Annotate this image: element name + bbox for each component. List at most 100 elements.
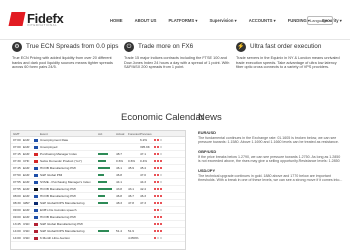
forecast-value: [128, 144, 140, 150]
importance-dot-icon: [157, 195, 159, 197]
table-row[interactable]: 07:15 EUR Purchasing Manager Index 48.7 47.1: [11, 151, 185, 158]
table-row[interactable]: 07:45 EUR HCOB Manufacturing PMI 46.1 45.9 45…: [11, 165, 185, 172]
table-row[interactable]: 07:00 EUR Unemployed 395.9K: [11, 144, 185, 151]
table-row[interactable]: 07:00 EUR Unemployment Rate 6.2%: [11, 137, 185, 144]
previous-value: 44.3: [140, 180, 147, 184]
table-row[interactable]: 07:55 EUR HCOB Manufacturing PMI 43.8 43.1 42…: [11, 186, 185, 193]
importance-dot-icon: [160, 160, 162, 162]
importance-dot-icon: [160, 237, 162, 239]
event-name: HCOB Manufacturing PMI: [40, 215, 76, 219]
table-row[interactable]: 07:50 EUR S&P Global PMI 46.8 47.0: [11, 172, 185, 179]
importance-indicator: [154, 186, 172, 192]
news-item[interactable]: USD/JPY The technical upgrade continues …: [198, 168, 343, 183]
importance-indicator: [154, 172, 172, 178]
signal-bar: [98, 167, 110, 169]
actual-value: [116, 221, 128, 227]
column-header-forecast: Forecast: [128, 132, 140, 136]
country-flag-icon: [34, 222, 38, 226]
signal-bar: [98, 181, 107, 183]
table-row[interactable]: 08:30 GBP S&P Global/CIPS Manufacturing 48.…: [11, 200, 185, 207]
actual-value: [116, 214, 128, 220]
power-icon: ⏻: [124, 42, 134, 52]
event-time: 07:00: [13, 145, 21, 149]
forecast-value: 0.6%: [128, 159, 136, 163]
table-row[interactable]: 14:00 USD S&P Global/CIPS Manufacturing 51.…: [11, 228, 185, 235]
forecast-value: 46.7: [128, 194, 135, 198]
actual-value: 48.3: [116, 201, 123, 205]
event-time: 14:00: [13, 236, 21, 240]
event-name: S&P Global/CIPS Manufacturing: [40, 229, 85, 233]
importance-dot-icon: [160, 230, 162, 232]
event-name: Unemployment Rate: [40, 138, 69, 142]
column-header-act: Act: [98, 131, 103, 136]
event-currency: EUR: [23, 180, 30, 184]
table-row[interactable]: 07:30 CHF Swiss Domestic Product (YoY) 0.6%…: [11, 158, 185, 165]
signal-cell: [98, 235, 116, 241]
signal-cell: [98, 228, 116, 234]
column-header-previous: Previous: [140, 132, 152, 136]
event-time: 09:00: [13, 215, 21, 219]
nav-about-us[interactable]: ABOUT US: [129, 18, 163, 23]
importance-dot-icon: [160, 202, 162, 204]
table-row[interactable]: 09:00 EUR HCOB Manufacturing PMI: [11, 214, 185, 221]
forecast-value: [128, 137, 140, 143]
signal-cell: [98, 151, 116, 157]
actual-value: 46.8: [116, 173, 123, 177]
news-title: News: [198, 112, 222, 123]
table-row[interactable]: 09:00 EUR ECB's De Guindos speech: [11, 207, 185, 214]
event-time: 07:55: [13, 180, 21, 184]
logo-subtitle: INTERNATIONAL: [27, 23, 58, 27]
signal-cell: [98, 207, 116, 213]
table-row[interactable]: 07:55 EUR SVME - Purchasing Manager's Inde…: [11, 179, 185, 186]
nav-accounts[interactable]: ACCOUNTS ▾: [243, 18, 282, 23]
news-item[interactable]: GBP/USD If the price breaks below 1.2790…: [198, 149, 343, 164]
event-time: 08:00: [13, 194, 21, 198]
logo[interactable]: Fidefx INTERNATIONAL: [8, 10, 64, 28]
nav-platforms[interactable]: PLATFORMS ▾: [162, 18, 203, 23]
event-time: 14:00: [13, 229, 21, 233]
previous-value: [140, 228, 154, 234]
news-item[interactable]: EUR/USD The fundamental continues in the…: [198, 130, 343, 145]
importance-indicator: [154, 207, 172, 213]
actual-value: [116, 207, 128, 213]
actual-value: 46.1: [116, 166, 123, 170]
importance-indicator: [154, 144, 172, 150]
event-time: 07:45: [13, 166, 21, 170]
table-row[interactable]: 08:00 EUR HCOB Manufacturing PMI 46.8 46.7 46…: [11, 193, 185, 200]
importance-dot-icon: [160, 223, 162, 225]
event-currency: EUR: [23, 187, 30, 191]
forecast-value: [128, 151, 140, 157]
event-name: S&P Global PMI: [40, 173, 63, 177]
header: Fidefx INTERNATIONAL HOME ABOUT US PLATF…: [0, 0, 350, 40]
importance-indicator: [154, 235, 172, 241]
nav-home[interactable]: HOME: [104, 18, 129, 23]
table-row[interactable]: 13:45 USD S&P Global Manufacturing PMI: [11, 221, 185, 228]
importance-dot-icon: [157, 167, 159, 169]
column-header-event: Event: [40, 132, 48, 136]
country-flag-icon: [34, 145, 38, 149]
signal-cell: [98, 179, 116, 185]
feature-title: Trade more on FX6: [138, 43, 194, 50]
event-currency: EUR: [23, 208, 30, 212]
previous-value: 6.2%: [140, 138, 148, 142]
news-pair: EUR/USD: [198, 130, 217, 135]
country-flag-icon: [34, 152, 38, 156]
importance-dot-icon: [160, 209, 162, 211]
feature-text: True ECN Pricing with added liquidity fr…: [12, 56, 113, 70]
importance-dot-icon: [154, 209, 156, 211]
importance-dot-icon: [154, 223, 156, 225]
event-currency: EUR: [23, 145, 30, 149]
signal-cell: [98, 221, 116, 227]
importance-dot-icon: [154, 230, 156, 232]
language-select[interactable]: Language ▾: [307, 16, 333, 25]
event-currency: EUR: [23, 166, 30, 170]
signal-cell: [98, 165, 116, 171]
signal-bar: [98, 174, 104, 176]
gear-icon: ⚙: [12, 42, 22, 52]
importance-dot-icon: [157, 209, 159, 211]
nav-supervision[interactable]: Supervision ▾: [203, 18, 242, 23]
importance-dot-icon: [160, 216, 162, 218]
importance-dot-icon: [154, 216, 156, 218]
table-row[interactable]: 14:00 USD 6 Month Libre Auction 4.050%: [11, 235, 185, 242]
signal-cell: [98, 193, 116, 199]
